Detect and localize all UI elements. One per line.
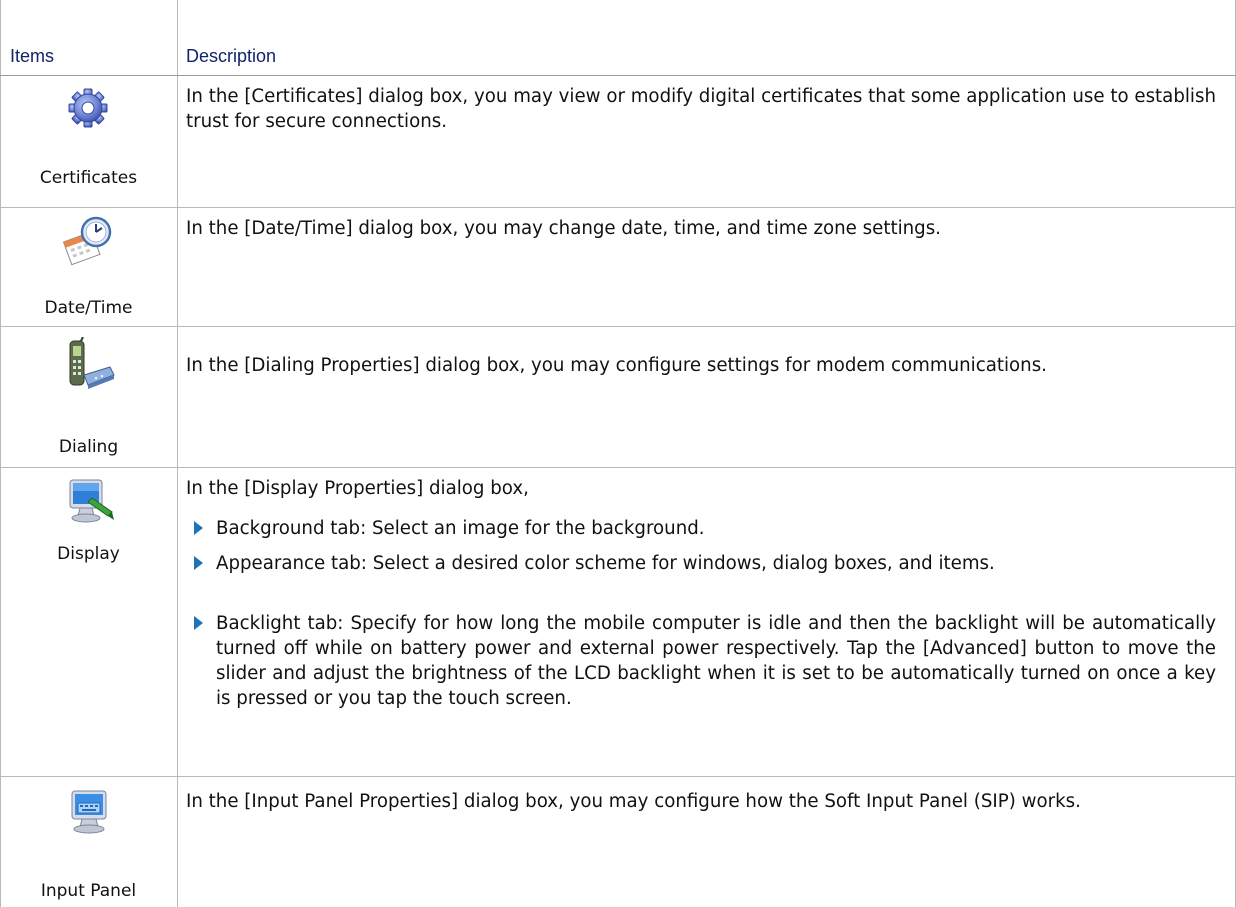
item-description: In the [Date/Time] dialog box, you may c… (186, 218, 941, 239)
item-label: Input Panel (40, 881, 137, 901)
column-header-description: Description (186, 46, 277, 66)
table-row: Certificates In the [Certificates] dialo… (0, 76, 1236, 207)
table-row: Dialing In the [Dialing Properties] dial… (0, 327, 1236, 467)
item-description: In the [Dialing Properties] dialog box, … (186, 355, 1047, 376)
bullet-item: Backlight tab: Specify for how long the … (194, 611, 1216, 711)
item-label: Dialing (58, 437, 119, 457)
table-row: Date/Time In the [Date/Time] dialog box,… (0, 208, 1236, 326)
gear-icon (64, 84, 112, 132)
calendar-clock-icon (62, 214, 112, 266)
bullet-arrow-icon (194, 616, 203, 630)
monitor-keyboard-icon (64, 787, 112, 835)
item-description: In the [Input Panel Properties] dialog b… (186, 791, 1081, 812)
item-label: Date/Time (44, 298, 133, 318)
item-label: Display (57, 544, 120, 564)
item-label: Certificates (39, 168, 138, 188)
monitor-pen-icon (64, 476, 114, 524)
table-row: Input Panel In the [Input Panel Properti… (0, 777, 1236, 907)
bullet-item: Background tab: Select an image for the … (194, 516, 1216, 541)
bullet-arrow-icon (194, 521, 203, 535)
bullet-arrow-icon (194, 556, 203, 570)
item-description: In the [Display Properties] dialog box, (186, 478, 529, 499)
phone-modem-icon (64, 336, 115, 389)
table-row: Display In the [Display Properties] dial… (0, 468, 1236, 776)
bullet-item: Appearance tab: Select a desired color s… (194, 551, 1216, 576)
column-header-items: Items (10, 46, 55, 66)
item-description: In the [Certificates] dialog box, you ma… (186, 86, 1216, 132)
